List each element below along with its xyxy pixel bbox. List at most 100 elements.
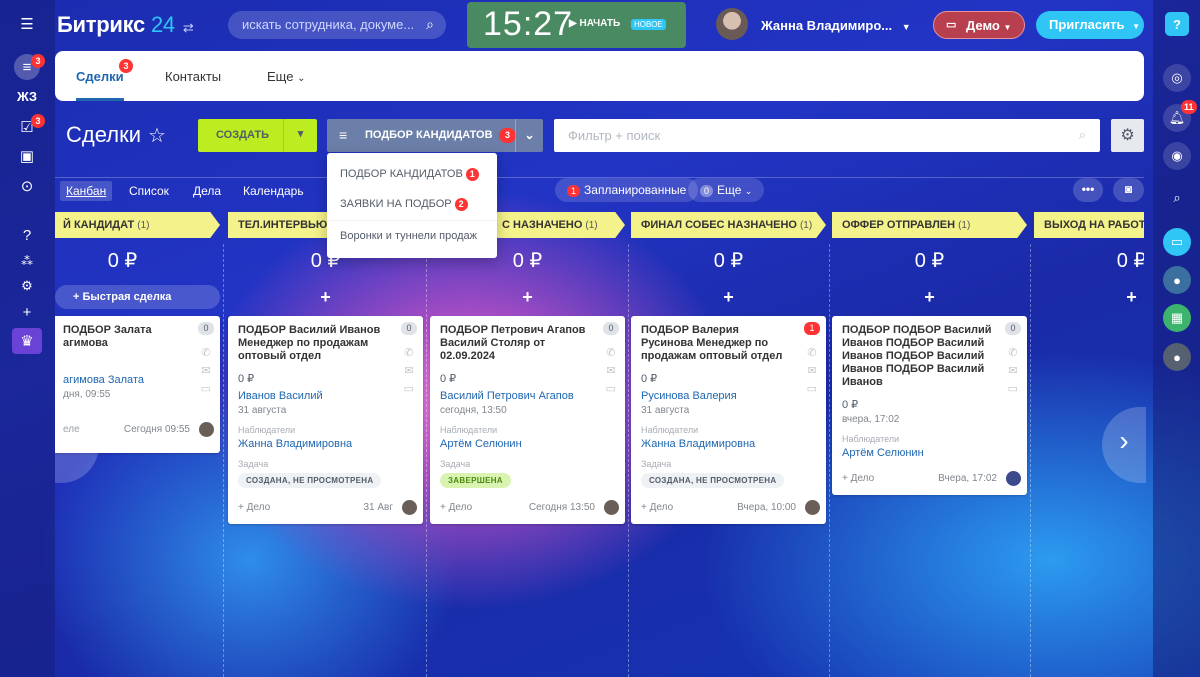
add-icon[interactable]: + (14, 299, 40, 325)
invite-button[interactable]: Пригласить ▼ (1036, 11, 1144, 39)
crown-icon[interactable]: ♛ (12, 328, 42, 354)
watcher-link[interactable]: Артём Селюнин (440, 438, 615, 450)
add-deal-button[interactable]: + (430, 287, 625, 308)
user-avatar-icon[interactable]: ● (1163, 343, 1191, 371)
tab-more[interactable]: Еще ⌄ (267, 69, 305, 84)
avatar[interactable] (1006, 471, 1021, 486)
deal-title[interactable]: ПОДБОР Василий Иванов Менеджер по продаж… (238, 324, 388, 363)
avatar[interactable] (402, 500, 417, 515)
stage-header[interactable]: ФИНАЛ СОБЕС НАЗНАЧЕНО (1) (631, 212, 826, 238)
right-sidebar: ? ◎ 🔔︎ 11 ◉ ⌕ ▭ ● ▦ ● (1153, 0, 1200, 677)
add-activity-link[interactable]: + Дело (238, 502, 270, 513)
structure-icon[interactable]: ⁂ (14, 248, 40, 274)
chat-icon[interactable]: ◉ (1163, 142, 1191, 170)
add-deal-button[interactable]: + (631, 287, 826, 308)
more-filter[interactable]: 0 Еще ⌄ (688, 178, 765, 202)
stage-header[interactable]: ОФФЕР ОТПРАВЛЕН (1) (832, 212, 1027, 238)
stage-column: С НАЗНАЧЕНО (1) 0 ₽ + ПОДБОР Петрович Ага… (430, 212, 629, 677)
work-day-widget[interactable]: 15:27 ▶︎ НАЧАТЬ НОВОЕ (467, 2, 686, 48)
chat-icon[interactable]: ▭ (606, 380, 616, 398)
chat-icon[interactable]: ▭ (404, 380, 414, 398)
robot-icon[interactable]: ◙ (1113, 178, 1144, 202)
start-button[interactable]: ▶︎ НАЧАТЬ (569, 18, 620, 29)
watcher-link[interactable]: Жанна Владимировна (641, 438, 816, 450)
deal-title[interactable]: ПОДБОР Валерия Русинова Менеджер по прод… (641, 324, 791, 363)
mail-icon[interactable]: ✉ (404, 362, 414, 380)
contact-link[interactable]: Василий Петрович Агапов (440, 390, 615, 402)
settings-icon[interactable]: ⚙ (14, 273, 40, 299)
help-icon[interactable]: ? (14, 222, 40, 248)
planned-filter[interactable]: 1 Запланированные (555, 178, 699, 202)
more-options-icon[interactable]: ••• (1073, 178, 1103, 202)
phone-icon[interactable]: ✆ (1008, 344, 1018, 362)
mail-icon[interactable]: ✉ (201, 362, 211, 380)
chat-icon[interactable]: ▭ (807, 380, 817, 398)
avatar[interactable] (805, 500, 820, 515)
open-lines-icon[interactable]: ▭ (1163, 228, 1191, 256)
watcher-link[interactable]: Артём Селюнин (842, 447, 1017, 459)
deal-card[interactable]: ПОДБОР Василий Иванов Менеджер по продаж… (228, 316, 423, 524)
mail-icon[interactable]: ✉ (606, 362, 616, 380)
demo-button[interactable]: ▭ Демо ▼ (933, 11, 1025, 39)
filter-search-input[interactable]: Фильтр + поиск ⌕ (554, 119, 1100, 152)
deal-card[interactable]: ПОДБОР Валерия Русинова Менеджер по прод… (631, 316, 826, 524)
add-deal-button[interactable]: + (228, 287, 423, 308)
contact-link[interactable]: Иванов Василий (238, 390, 413, 402)
user-name[interactable]: Жанна Владимиро... ▼ (761, 18, 911, 33)
quick-deal-button[interactable]: + Быстрая сделка (55, 285, 220, 309)
tab-contacts[interactable]: Контакты (165, 69, 221, 84)
search-icon[interactable]: ⌕ (1163, 184, 1191, 212)
create-button[interactable]: СОЗДАТЬ ▾ (198, 119, 317, 152)
stage-header[interactable]: ВЫХОД НА РАБОТУ (1034, 212, 1144, 238)
phone-icon[interactable]: ✆ (404, 344, 414, 362)
activity-icon[interactable]: ◎ (1163, 64, 1191, 92)
chat-icon[interactable]: ▭ (201, 380, 211, 398)
add-activity-link[interactable]: + Дело (842, 473, 874, 484)
add-activity-link[interactable]: + Дело (440, 502, 472, 513)
check-circle-icon[interactable]: ⊙ (14, 173, 40, 199)
add-deal-button[interactable]: + (832, 287, 1027, 308)
avatar[interactable] (604, 500, 619, 515)
gear-icon[interactable]: ⚙ (1111, 119, 1144, 152)
watchers-label: Наблюдатели (641, 425, 699, 435)
view-list[interactable]: Список (129, 184, 169, 198)
jz-label[interactable]: ЖЗ (14, 83, 40, 109)
phone-icon[interactable]: ✆ (807, 344, 817, 362)
view-activities[interactable]: Дела (193, 184, 221, 198)
contact-link[interactable]: Русинова Валерия (641, 390, 816, 402)
dropdown-item-funnels[interactable]: Воронки и туннели продаж (340, 230, 477, 248)
phone-icon[interactable]: ✆ (201, 344, 211, 362)
deal-card[interactable]: ПОДБОР Петрович Агапов Василий Столяр от… (430, 316, 625, 524)
menu-icon[interactable]: ☰ (14, 11, 40, 37)
dropdown-item-requests[interactable]: ЗАЯВКИ НА ПОДБОР 2 (340, 198, 468, 216)
contact-link[interactable]: агимова Залата (63, 374, 210, 386)
mail-icon[interactable]: ✉ (807, 362, 817, 380)
help-icon[interactable]: ? (1165, 12, 1189, 36)
avatar[interactable] (716, 8, 748, 40)
logo[interactable]: Битрикс 24 ⇄ (57, 12, 194, 38)
watcher-link[interactable]: Жанна Владимировна (238, 438, 413, 450)
search-input[interactable]: искать сотрудника, докуме... ⌕ (228, 11, 446, 39)
mail-icon[interactable]: ✉ (1008, 362, 1018, 380)
avatar[interactable] (199, 422, 214, 437)
dropdown-item-candidates[interactable]: ПОДБОР КАНДИДАТОВ 1 (340, 168, 479, 186)
view-kanban[interactable]: Канбан (60, 181, 113, 201)
deal-title[interactable]: ПОДБОР ПОДБОР Василий Иванов ПОДБОР Васи… (842, 324, 992, 389)
app-icon[interactable]: ▦ (1163, 304, 1191, 332)
chevron-down-icon[interactable]: ⌄ (515, 119, 543, 152)
create-dropdown-icon[interactable]: ▾ (283, 119, 317, 152)
deal-card[interactable]: ПОДБОР ПОДБОР Василий Иванов ПОДБОР Васи… (832, 316, 1027, 495)
deal-title[interactable]: ПОДБОР Петрович Агапов Василий Столяр от… (440, 324, 590, 363)
funnel-selector[interactable]: ≡ ПОДБОР КАНДИДАТОВ 3 ⌄ (327, 119, 543, 152)
deal-title[interactable]: ПОДБОР Залата агимова (63, 324, 213, 350)
calendar-icon[interactable]: ▣ (14, 143, 40, 169)
view-calendar[interactable]: Календарь (243, 184, 304, 198)
tab-deals[interactable]: Сделки (76, 69, 124, 101)
chat-icon[interactable]: ▭ (1008, 380, 1018, 398)
phone-icon[interactable]: ✆ (606, 344, 616, 362)
contact-avatar-icon[interactable]: ● (1163, 266, 1191, 294)
stage-header[interactable]: Й КАНДИДАТ (1) (55, 212, 220, 238)
add-activity-link[interactable]: + Дело (641, 502, 673, 513)
star-icon[interactable]: ☆ (148, 123, 166, 148)
add-deal-button[interactable]: + (1034, 287, 1144, 308)
